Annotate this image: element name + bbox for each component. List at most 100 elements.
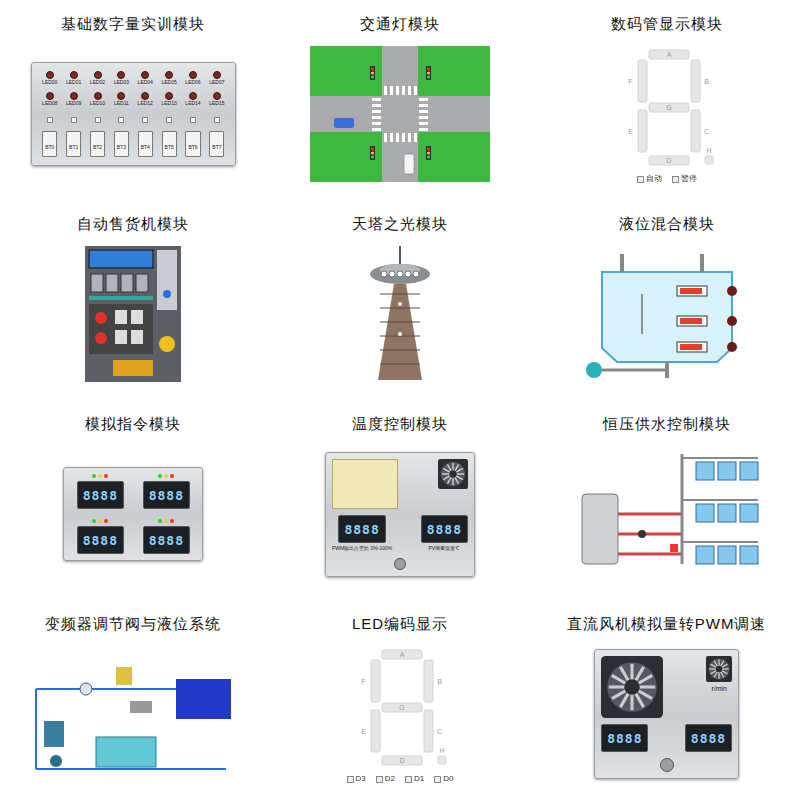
svg-text:D: D xyxy=(666,157,671,164)
svg-text:E: E xyxy=(628,128,633,135)
button-row: BT0 BT1 BT2 BT3 BT4 BT5 BT6 BT7 xyxy=(38,131,229,157)
fan-icon xyxy=(706,656,732,682)
switch[interactable] xyxy=(190,117,196,123)
checkbox[interactable]: D3 xyxy=(347,774,366,784)
module-title: 天塔之光模块 xyxy=(352,214,448,234)
led: LED15 xyxy=(205,92,229,107)
module-card[interactable]: LED编码显示ABCDEFGHD3D2D1D0 xyxy=(267,600,534,800)
svg-text:H: H xyxy=(706,147,711,154)
module-card[interactable]: 基础数字量实训模块LED00LED01LED02LED03LED04LED05L… xyxy=(0,0,267,200)
digital-readout: 8888 xyxy=(421,515,468,543)
svg-text:H: H xyxy=(439,747,444,754)
led: LED01 xyxy=(62,71,86,86)
instrument-channel: 8888 xyxy=(70,519,130,554)
switch[interactable] xyxy=(118,117,124,123)
digital-readout: 8888 xyxy=(601,724,648,752)
switch[interactable] xyxy=(47,117,53,123)
svg-text:F: F xyxy=(361,678,365,685)
svg-text:B: B xyxy=(437,678,442,685)
traffic-intersection xyxy=(310,46,490,182)
checkbox[interactable]: 暂停 xyxy=(672,174,697,184)
module-title: 恒压供水控制模块 xyxy=(603,414,731,434)
led: LED09 xyxy=(62,92,86,107)
push-button[interactable]: BT4 xyxy=(138,131,153,157)
mixing-tank xyxy=(582,244,752,384)
svg-text:D: D xyxy=(399,757,404,764)
module-title: 模拟指令模块 xyxy=(85,414,181,434)
led-row: LED08LED09LED10LED11LED12LED13LED14LED15 xyxy=(38,92,229,107)
led: LED00 xyxy=(38,71,62,86)
module-title: 数码管显示模块 xyxy=(611,14,723,34)
fan-panel: r/min 8888 8888 xyxy=(594,649,739,779)
push-button[interactable]: BT7 xyxy=(209,131,224,157)
module-card[interactable]: 自动售货机模块 xyxy=(0,200,267,400)
checkbox[interactable]: D0 xyxy=(434,774,453,784)
module-card[interactable]: 交通灯模块 xyxy=(267,0,534,200)
module-card[interactable]: 直流风机模拟量转PWM调速 r/min 8888 8888 xyxy=(533,600,800,800)
module-title: 交通灯模块 xyxy=(360,14,440,34)
led: LED06 xyxy=(181,71,205,86)
module-title: 直流风机模拟量转PWM调速 xyxy=(567,614,767,634)
vending-machine xyxy=(83,244,183,384)
switch[interactable] xyxy=(166,117,172,123)
digital-readout: 8888 xyxy=(685,724,732,752)
led: LED04 xyxy=(133,71,157,86)
knob[interactable] xyxy=(660,758,674,772)
digital-readout: 8888 xyxy=(77,481,124,509)
svg-text:C: C xyxy=(437,728,442,735)
led: LED08 xyxy=(38,92,62,107)
module-card[interactable]: 天塔之光模块 xyxy=(267,200,534,400)
module-card[interactable]: 温度控制模块 8888 PWM输出占空比 0%-100% 8888 PV测量温度℃ xyxy=(267,400,534,600)
unit-label: r/min xyxy=(711,684,727,693)
push-button[interactable]: BT0 xyxy=(42,131,57,157)
led: LED07 xyxy=(205,71,229,86)
svg-text:B: B xyxy=(704,78,709,85)
switch[interactable] xyxy=(214,117,220,123)
push-button[interactable]: BT2 xyxy=(90,131,105,157)
svg-text:C: C xyxy=(704,128,709,135)
seven-segment-module: A B C D E F G H 自动暂停 xyxy=(617,44,717,184)
check-row: D3 D2 D1 D0 xyxy=(347,774,454,784)
fan-icon xyxy=(601,656,663,718)
checkbox[interactable]: D2 xyxy=(376,774,395,784)
seven-segment-display: A B C D E F G H xyxy=(617,44,717,170)
digital-readout: 8888 xyxy=(143,526,190,554)
module-card[interactable]: 模拟指令模块8888888888888888 xyxy=(0,400,267,600)
instrument-panel: 8888888888888888 xyxy=(63,467,203,561)
module-title: 变频器调节阀与液位系统 xyxy=(45,614,221,634)
switch[interactable] xyxy=(142,117,148,123)
push-button[interactable]: BT6 xyxy=(185,131,200,157)
svg-text:G: G xyxy=(399,704,404,711)
readout-caption: PV测量温度℃ xyxy=(428,545,460,552)
switch[interactable] xyxy=(71,117,77,123)
led: LED14 xyxy=(181,92,205,107)
module-title: 自动售货机模块 xyxy=(77,214,189,234)
led: LED10 xyxy=(86,92,110,107)
push-button[interactable]: BT1 xyxy=(66,131,81,157)
checkbox[interactable]: 自动 xyxy=(637,174,662,184)
switch[interactable] xyxy=(95,117,101,123)
led: LED12 xyxy=(133,92,157,107)
check-row: 自动暂停 xyxy=(637,174,697,184)
led-row: LED00LED01LED02LED03LED04LED05LED06LED07 xyxy=(38,71,229,86)
svg-text:A: A xyxy=(666,51,671,58)
digital-readout: 8888 xyxy=(338,515,385,543)
module-card[interactable]: 液位混合模块 xyxy=(533,200,800,400)
svg-text:F: F xyxy=(628,78,632,85)
module-card[interactable]: 数码管显示模块 A B C D E F G H 自动暂停 xyxy=(533,0,800,200)
module-title: 温度控制模块 xyxy=(352,414,448,434)
svg-text:G: G xyxy=(666,104,671,111)
svg-text:E: E xyxy=(361,728,366,735)
instrument-channel: 8888 xyxy=(136,474,196,509)
push-button[interactable]: BT5 xyxy=(162,131,177,157)
led: LED02 xyxy=(86,71,110,86)
readout-caption: PWM输出占空比 0%-100% xyxy=(332,545,392,552)
knob[interactable] xyxy=(394,558,406,570)
seven-segment-module: ABCDEFGHD3D2D1D0 xyxy=(347,644,454,784)
checkbox[interactable]: D1 xyxy=(405,774,424,784)
tower xyxy=(360,244,440,384)
module-card[interactable]: 变频器调节阀与液位系统 xyxy=(0,600,267,800)
instrument-channel: 8888 xyxy=(70,474,130,509)
push-button[interactable]: BT3 xyxy=(114,131,129,157)
module-card[interactable]: 恒压供水控制模块 xyxy=(533,400,800,600)
